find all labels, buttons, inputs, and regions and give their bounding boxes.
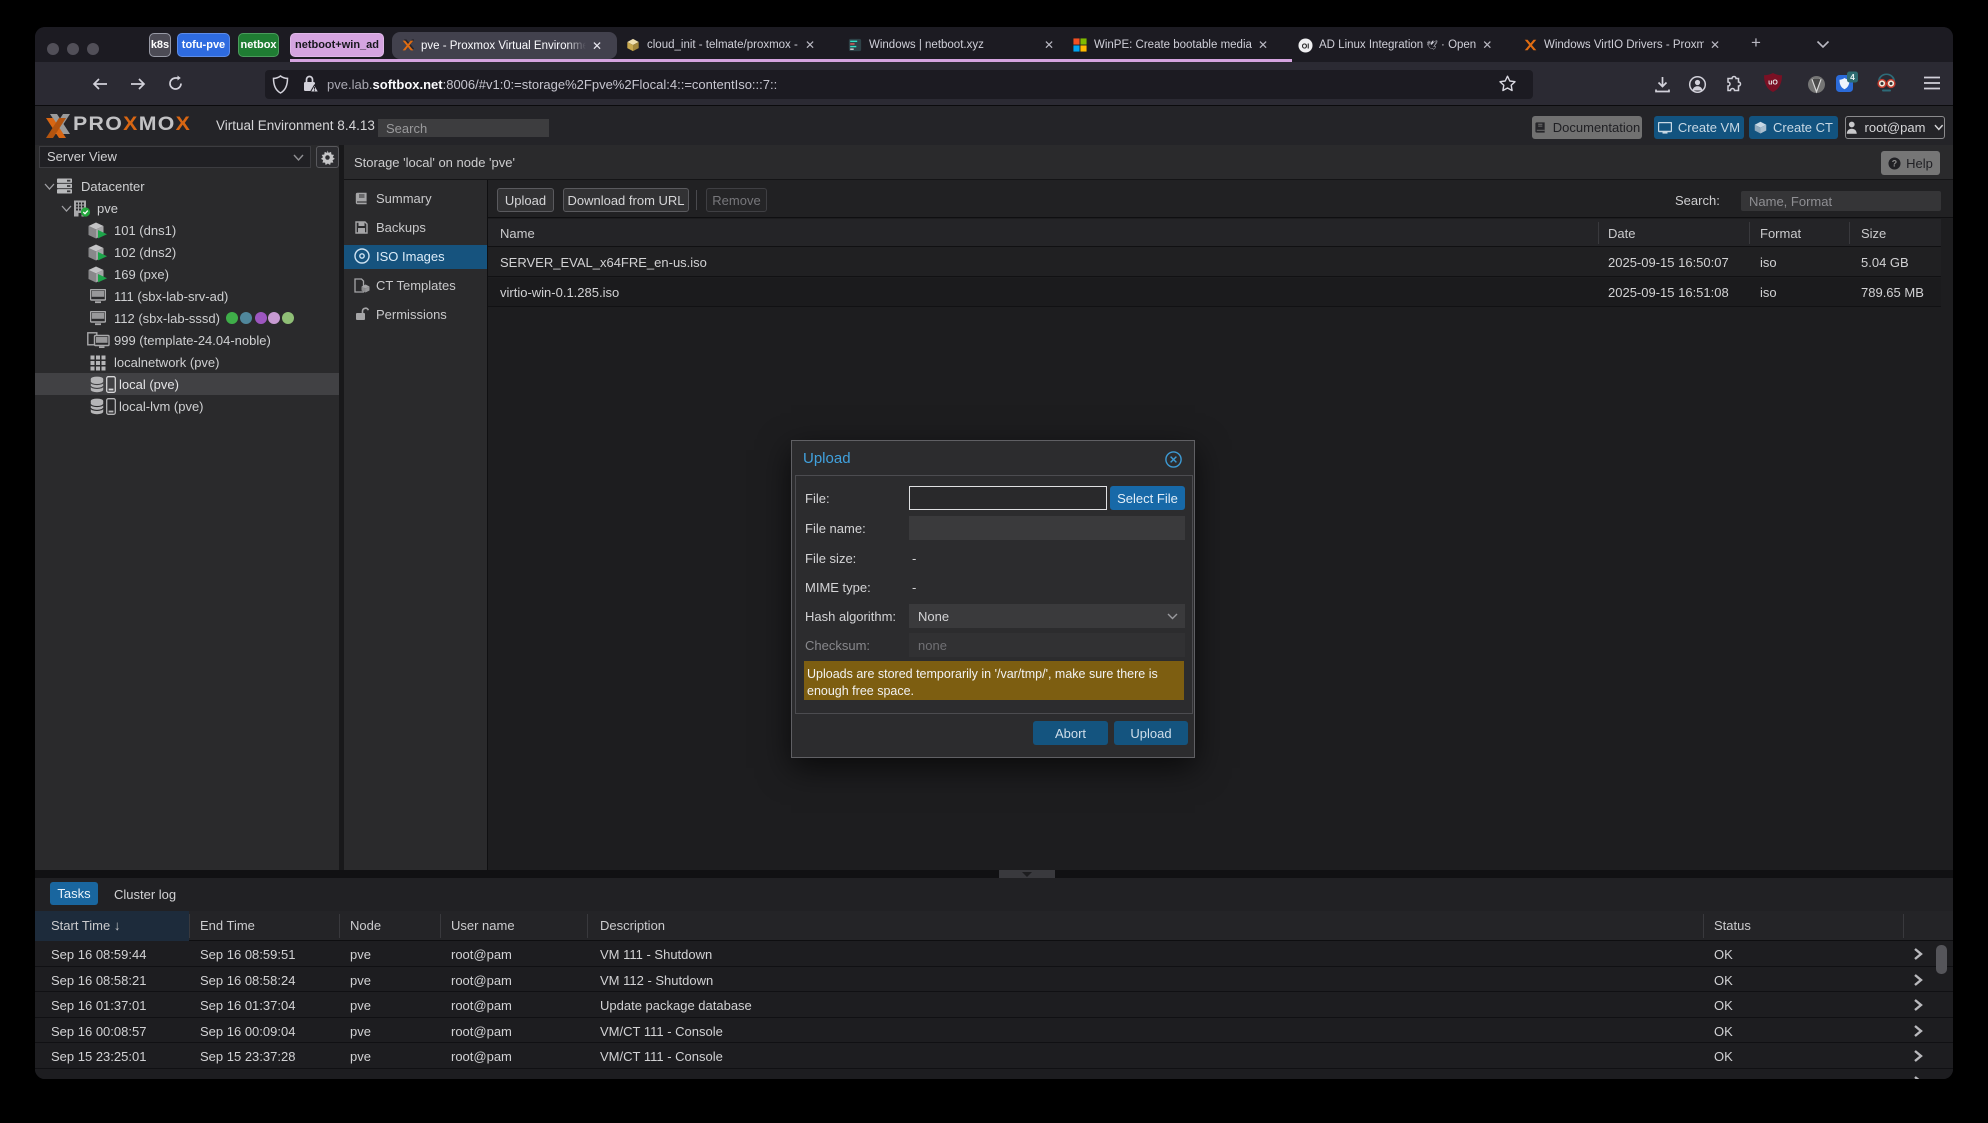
svg-text:4: 4	[1850, 72, 1855, 82]
svg-text:uO: uO	[1768, 80, 1778, 87]
svg-text:OI: OI	[1302, 43, 1309, 50]
svg-text:?: ?	[1892, 158, 1897, 168]
